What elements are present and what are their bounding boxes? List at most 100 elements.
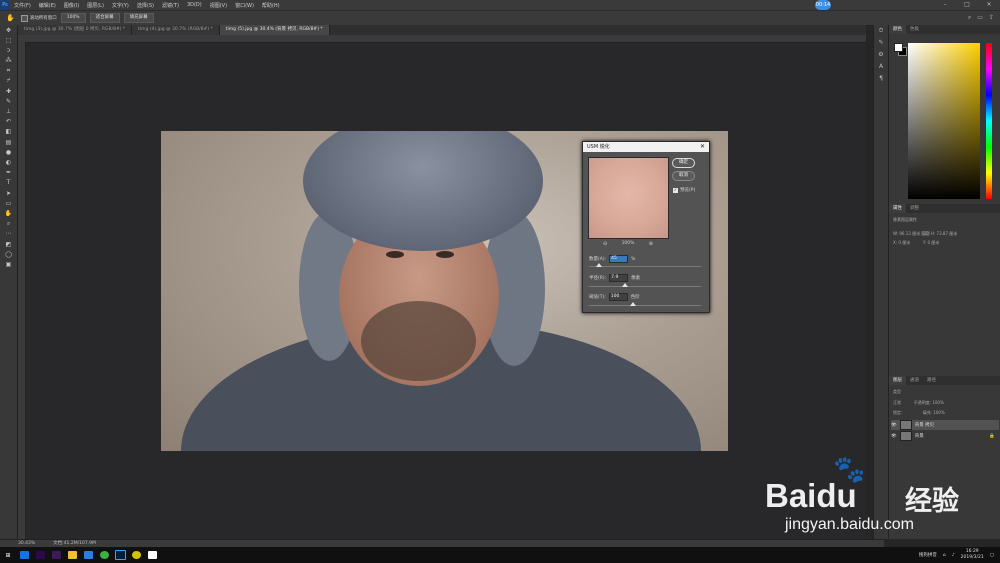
ok-button[interactable]: 确定 <box>672 158 695 168</box>
tab-document-1[interactable]: timg (3).jpg @ 30.7% (图层 0 拷贝, RGB/8#) * <box>18 25 133 35</box>
radius-input[interactable]: 7.9 <box>609 274 629 282</box>
menu-image[interactable]: 图像(I) <box>60 2 83 9</box>
tab-color[interactable]: 颜色 <box>889 25 906 34</box>
path-selection-tool-icon[interactable]: ➤ <box>0 188 17 198</box>
minimize-icon[interactable]: – <box>934 0 956 10</box>
dodge-tool-icon[interactable]: ◐ <box>0 157 17 167</box>
brush-panel-icon[interactable]: ✎ <box>874 37 888 49</box>
taskbar-app-1[interactable] <box>16 548 32 562</box>
close-icon[interactable]: ✕ <box>978 0 1000 10</box>
zoom-in-icon[interactable]: ⊕ <box>649 241 653 247</box>
workspace-icon[interactable]: ▭ <box>977 14 983 22</box>
gradient-tool-icon[interactable]: ▤ <box>0 137 17 147</box>
visibility-eye-icon[interactable]: 👁 <box>891 434 897 439</box>
eraser-tool-icon[interactable]: ◧ <box>0 127 17 137</box>
fill-field[interactable]: 填充: 100% <box>923 410 945 415</box>
marquee-tool-icon[interactable]: ⬚ <box>0 35 17 45</box>
fit-screen-button[interactable]: 适合屏幕 <box>89 13 120 23</box>
preview-checkbox[interactable]: ✓ <box>673 187 678 193</box>
radius-slider[interactable] <box>589 283 701 287</box>
preview-option[interactable]: ✓ 预览(P) <box>673 187 695 193</box>
type-tool-icon[interactable]: T <box>0 178 17 188</box>
menu-help[interactable]: 帮助(H) <box>258 2 284 9</box>
color-swatches-icon[interactable]: ◩ <box>0 239 17 249</box>
ime-indicator[interactable]: 搜狗拼音 <box>919 552 937 558</box>
character-panel-icon[interactable]: A <box>874 61 888 73</box>
taskbar-app-photoshop[interactable] <box>112 548 128 562</box>
taskbar-app-6[interactable] <box>96 548 112 562</box>
y-value[interactable]: 0 厘米 <box>927 240 939 245</box>
menu-window[interactable]: 窗口(W) <box>231 2 258 9</box>
fill-screen-button[interactable]: 填充屏幕 <box>123 13 154 23</box>
move-tool-icon[interactable]: ✥ <box>0 25 17 35</box>
more-tools-icon[interactable]: ⋯ <box>0 229 17 239</box>
menu-file[interactable]: 文件(F) <box>10 2 35 9</box>
x-value[interactable]: 0 厘米 <box>898 240 910 245</box>
history-brush-tool-icon[interactable]: ↶ <box>0 117 17 127</box>
tab-channels[interactable]: 通道 <box>906 376 923 385</box>
shape-tool-icon[interactable]: ▭ <box>0 198 17 208</box>
pen-tool-icon[interactable]: ✒ <box>0 168 17 178</box>
foreground-color-swatch[interactable] <box>894 43 903 52</box>
menu-edit[interactable]: 编辑(E) <box>35 2 60 9</box>
threshold-slider[interactable] <box>589 302 701 306</box>
layer-row[interactable]: 👁 背景 拷贝 <box>891 420 999 430</box>
menu-view[interactable]: 视图(V) <box>206 2 231 9</box>
crop-tool-icon[interactable]: ⌗ <box>0 66 17 76</box>
quick-mask-icon[interactable]: ◯ <box>0 249 17 259</box>
maximize-icon[interactable]: □ <box>956 0 978 10</box>
blur-tool-icon[interactable]: ● <box>0 147 17 157</box>
start-button[interactable]: ⊞ <box>0 548 16 562</box>
amount-input[interactable]: 45 <box>609 255 629 263</box>
hand-tool-icon[interactable]: ✋ <box>6 14 15 22</box>
lasso-tool-icon[interactable]: ↄ <box>0 45 17 55</box>
layer-row[interactable]: 👁 背景 🔒 <box>891 431 999 441</box>
radius-slider-thumb[interactable] <box>621 283 628 287</box>
threshold-slider-thumb[interactable] <box>629 302 636 306</box>
link-dimensions-icon[interactable]: GO <box>921 231 930 236</box>
menu-filter[interactable]: 滤镜(T) <box>158 2 183 9</box>
menu-type[interactable]: 文字(Y) <box>108 2 133 9</box>
menu-3d[interactable]: 3D(D) <box>183 2 206 8</box>
blend-mode-select[interactable]: 正常 <box>893 400 901 405</box>
brush-tool-icon[interactable]: ✎ <box>0 96 17 106</box>
network-icon[interactable]: ⌂ <box>943 553 946 558</box>
volume-icon[interactable]: ♪ <box>952 553 955 558</box>
history-panel-icon[interactable]: ⏱ <box>874 25 888 37</box>
adjust-panel-icon[interactable]: ⚙ <box>874 49 888 61</box>
amount-slider-thumb[interactable] <box>596 263 603 267</box>
taskbar-app-9[interactable] <box>144 548 160 562</box>
eyedropper-tool-icon[interactable]: ⌿ <box>0 76 17 86</box>
healing-brush-tool-icon[interactable]: ✚ <box>0 86 17 96</box>
tab-document-3[interactable]: timg (5).jpg @ 30.4% (背景 拷贝, RGB/8#) * <box>219 25 330 35</box>
zoom-tool-icon[interactable]: ⌕ <box>0 219 17 229</box>
taskbar-app-2[interactable] <box>32 548 48 562</box>
stamp-tool-icon[interactable]: ⊥ <box>0 107 17 117</box>
tab-swatches[interactable]: 色板 <box>906 25 923 34</box>
width-value[interactable]: 96.13 厘米 <box>899 231 920 236</box>
height-value[interactable]: 73.87 厘米 <box>937 231 958 236</box>
amount-slider[interactable] <box>589 263 701 267</box>
menu-select[interactable]: 选择(S) <box>133 2 158 9</box>
search-icon[interactable]: ⌕ <box>968 14 971 22</box>
notification-icon[interactable]: ▢ <box>990 553 994 558</box>
screen-mode-icon[interactable]: ▣ <box>0 259 17 269</box>
filter-preview[interactable] <box>588 157 669 239</box>
tab-adjustments[interactable]: 调整 <box>906 204 923 213</box>
menu-layer[interactable]: 图层(L) <box>83 2 108 9</box>
taskbar-app-4[interactable] <box>64 548 80 562</box>
tab-layers[interactable]: 图层 <box>889 376 906 385</box>
tab-document-2[interactable]: timg (4).jpg @ 30.7% (RGB/8#) * <box>132 25 220 35</box>
scroll-all-windows-checkbox[interactable] <box>20 14 28 22</box>
tab-paths[interactable]: 路径 <box>923 376 940 385</box>
magic-wand-tool-icon[interactable]: ⁂ <box>0 56 17 66</box>
paragraph-panel-icon[interactable]: ¶ <box>874 73 888 85</box>
visibility-eye-icon[interactable]: 👁 <box>891 423 897 428</box>
opacity-field[interactable]: 不透明度: 100% <box>914 400 944 405</box>
layer-filter-kind[interactable]: 类型 <box>893 389 901 395</box>
taskbar-app-3[interactable] <box>48 548 64 562</box>
tab-properties[interactable]: 属性 <box>889 204 906 213</box>
taskbar-app-5[interactable] <box>80 548 96 562</box>
hue-slider[interactable] <box>986 43 992 199</box>
dialog-close-icon[interactable]: ✕ <box>700 142 705 152</box>
